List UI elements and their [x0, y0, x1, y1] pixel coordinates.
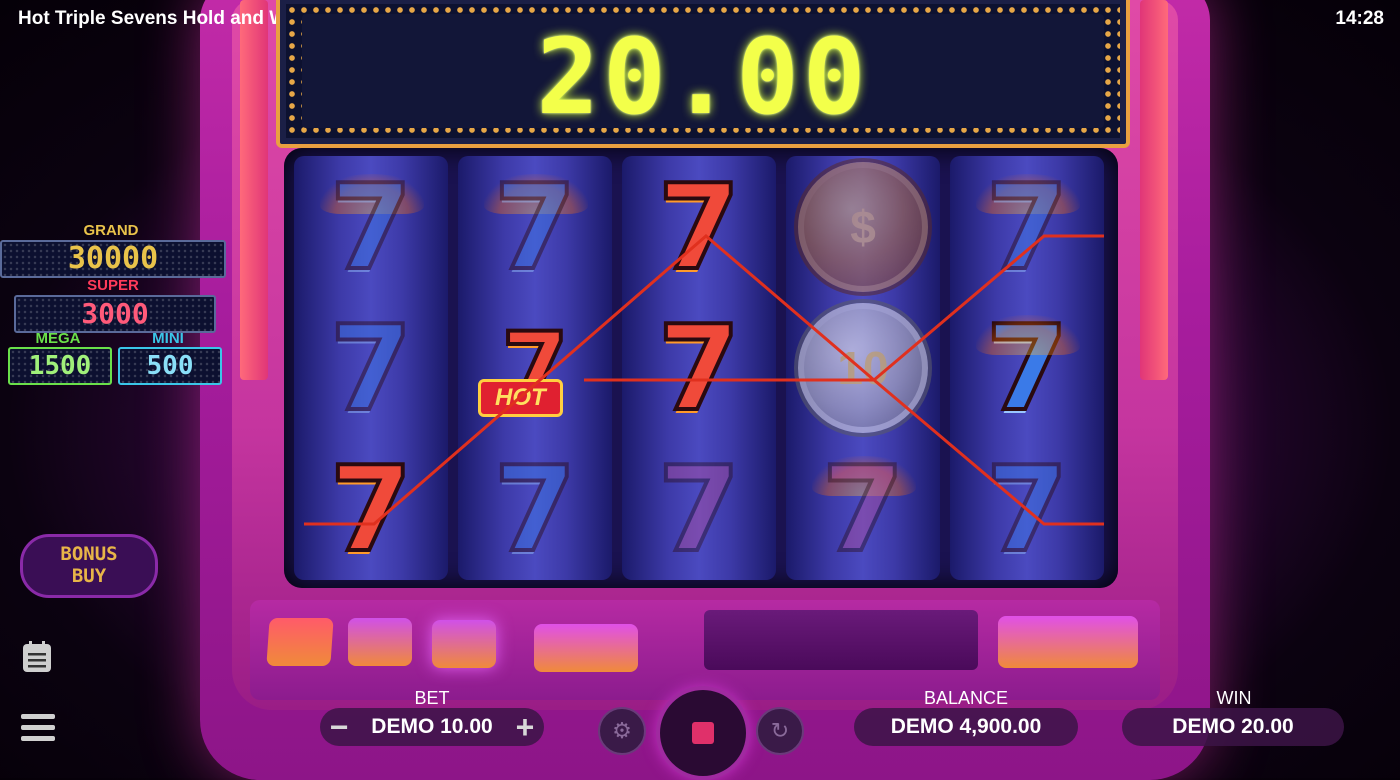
reel-cell: 7	[294, 156, 448, 297]
console-button-2[interactable]	[348, 618, 412, 666]
seven-symbol: 7	[492, 157, 578, 296]
reels-area: 7 7 7 7 7 HOT 7 7 7 7 $ 10 7 7 7 7	[284, 148, 1118, 588]
reel-cell: 7	[622, 438, 776, 579]
win-display: 20.00	[276, 0, 1130, 148]
seven-symbol: 7	[984, 157, 1070, 296]
win-label: WIN	[1216, 688, 1252, 708]
bet-decrease-button[interactable]: −	[324, 709, 354, 746]
stop-icon	[692, 722, 714, 744]
value-coin-symbol: 10	[798, 302, 928, 433]
turbo-spin-icon[interactable]: ↻	[756, 707, 804, 755]
bet-value: DEMO 10.00	[371, 715, 493, 738]
autoplay-icon[interactable]: ⚙	[598, 707, 646, 755]
reel-4: $ 10 7	[786, 156, 940, 580]
console-button-4[interactable]	[534, 624, 638, 672]
reel-3: 7 7 7	[622, 156, 776, 580]
cabinet-light-left	[240, 0, 268, 380]
reel-5: 7 7 7	[950, 156, 1104, 580]
jackpot-mini-label: MINI	[152, 330, 184, 347]
reel-cell: $	[786, 156, 940, 297]
reel-cell: 7	[950, 156, 1104, 297]
reel-cell: 7	[294, 297, 448, 438]
reel-cell: 7	[786, 438, 940, 579]
reel-cell: 7 HOT	[458, 297, 612, 438]
reel-cell: 7	[950, 297, 1104, 438]
reel-cell: 7	[458, 438, 612, 579]
console-button-3[interactable]	[432, 620, 496, 668]
seven-symbol: 7	[984, 439, 1070, 578]
seven-symbol: 7	[656, 439, 742, 578]
reel-cell: 7	[294, 438, 448, 579]
bet-increase-button[interactable]: +	[510, 709, 540, 746]
game-title: Hot Triple Sevens Hold and Win	[18, 8, 304, 29]
seven-symbol: 7	[820, 439, 906, 578]
jackpot-grand-label: GRAND	[83, 222, 139, 239]
seven-symbol: 7	[328, 439, 414, 578]
seven-symbol: 7	[656, 157, 742, 296]
bonus-buy-button[interactable]: BONUS BUY	[20, 534, 158, 598]
jackpot-mega-value: 1500	[8, 347, 112, 385]
jackpot-super-label: SUPER	[87, 277, 139, 294]
hamburger-menu-icon[interactable]	[20, 710, 56, 746]
coin-slot-panel	[704, 610, 978, 670]
win-value: DEMO 20.00	[1122, 708, 1344, 746]
win-amount: 20.00	[536, 16, 870, 138]
console-button-5[interactable]	[998, 616, 1138, 668]
jackpot-super-value: 3000	[14, 295, 216, 333]
dollar-coin-symbol: $	[798, 161, 928, 292]
seven-symbol: 7	[328, 298, 414, 437]
jackpot-mini-value: 500	[118, 347, 222, 385]
hot-badge: HOT	[478, 379, 563, 417]
balance-value: DEMO 4,900.00	[854, 708, 1078, 746]
seven-symbol: 7	[328, 157, 414, 296]
jackpot-mega-label: MEGA	[35, 330, 81, 347]
console-button-1[interactable]	[266, 618, 334, 666]
console-panel	[250, 600, 1160, 700]
bonus-buy-line2: BUY	[71, 565, 107, 587]
reel-cell: 10	[786, 297, 940, 438]
spin-stop-button[interactable]	[656, 686, 750, 780]
seven-symbol: 7	[492, 439, 578, 578]
jackpot-grand-value: 30000	[0, 240, 226, 278]
reel-cell: 7	[950, 438, 1104, 579]
reel-2: 7 7 HOT 7	[458, 156, 612, 580]
clock: 14:28	[1335, 8, 1384, 29]
cabinet-light-right	[1140, 0, 1168, 380]
reel-cell: 7	[622, 297, 776, 438]
seven-symbol: 7	[656, 298, 742, 437]
paytable-icon[interactable]	[20, 640, 54, 674]
reel-1: 7 7 7	[294, 156, 448, 580]
bet-label: BET	[414, 688, 450, 708]
bet-control: − DEMO 10.00 +	[320, 708, 544, 746]
flame-decoration	[976, 315, 1080, 355]
balance-label: BALANCE	[923, 688, 1009, 708]
reel-cell: 7	[458, 156, 612, 297]
reel-cell: 7	[622, 156, 776, 297]
bonus-buy-line1: BONUS	[60, 543, 118, 566]
